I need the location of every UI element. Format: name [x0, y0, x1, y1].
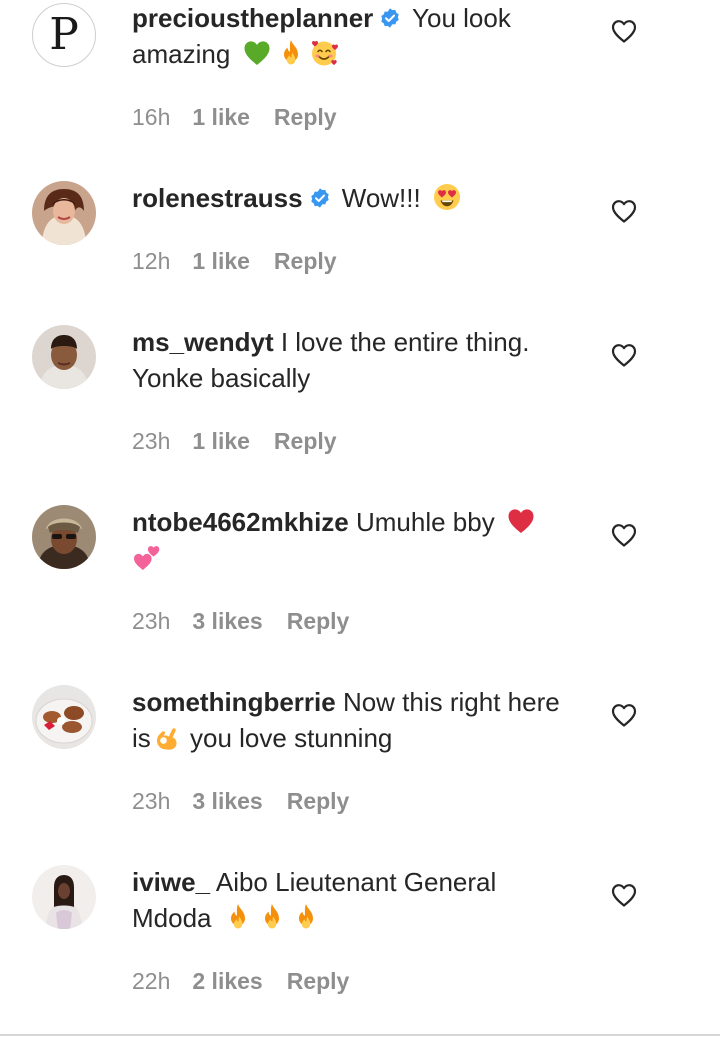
avatar-photo [32, 685, 96, 749]
comment-time: 16h [132, 104, 171, 130]
avatar[interactable] [32, 865, 96, 929]
comment-username[interactable]: ntobe4662mkhize [132, 507, 349, 537]
heart-icon[interactable] [610, 522, 638, 548]
avatar[interactable] [32, 181, 96, 245]
heart-eyes-icon [432, 182, 462, 212]
avatar-photo [32, 181, 96, 245]
comment-time: 23h [132, 428, 171, 454]
comment-meta: 22h 2 likes Reply [132, 966, 349, 996]
comment-body: somethingberrie Now this right here is y… [132, 684, 572, 756]
comment-body: ms_wendyt I love the entire thing. Yonke… [132, 324, 572, 396]
comment-meta: 23h 3 likes Reply [132, 786, 349, 816]
comment-body: ntobe4662mkhize Umuhle bby [132, 504, 572, 576]
comment-time: 22h [132, 968, 171, 994]
comment-likes[interactable]: 2 likes [192, 968, 262, 994]
bottom-divider [0, 1034, 720, 1036]
heart-icon[interactable] [610, 198, 638, 224]
comment-username[interactable]: iviwe_ [132, 867, 210, 897]
avatar-photo [32, 865, 96, 929]
comment-username[interactable]: ms_wendyt [132, 327, 274, 357]
comment-username[interactable]: somethingberrie [132, 687, 336, 717]
fire-icon [223, 902, 253, 932]
comment-likes[interactable]: 3 likes [192, 608, 262, 634]
comment-likes[interactable]: 3 likes [192, 788, 262, 814]
avatar-photo [32, 505, 96, 569]
comment-time: 12h [132, 248, 171, 274]
comment-username[interactable]: rolenestrauss [132, 183, 303, 213]
reply-button[interactable]: Reply [287, 968, 350, 994]
avatar[interactable] [32, 685, 96, 749]
comment-body: rolenestrauss Wow!!! [132, 180, 572, 216]
comment-time: 23h [132, 608, 171, 634]
comment-text: Wow!!! [334, 183, 421, 213]
comment-text: you love stunning [182, 723, 393, 753]
comment-likes[interactable]: 1 like [192, 248, 250, 274]
heart-icon[interactable] [610, 342, 638, 368]
fire-icon [276, 38, 306, 68]
reply-button[interactable]: Reply [287, 608, 350, 634]
red-heart-icon [506, 506, 536, 536]
comment-likes[interactable]: 1 like [192, 428, 250, 454]
comment-likes[interactable]: 1 like [192, 104, 250, 130]
avatar-photo [32, 325, 96, 389]
comment-meta: 12h 1 like Reply [132, 246, 337, 276]
ok-hand-icon [153, 722, 183, 752]
comment-meta: 16h 1 like Reply [132, 102, 337, 132]
comment-meta: 23h 1 like Reply [132, 426, 337, 456]
avatar[interactable]: P [32, 3, 96, 67]
fire-icon [257, 902, 287, 932]
reply-button[interactable]: Reply [274, 428, 337, 454]
comment-body: iviwe_ Aibo Lieutenant General Mdoda [132, 864, 572, 936]
comment-meta: 23h 3 likes Reply [132, 606, 349, 636]
reply-button[interactable]: Reply [287, 788, 350, 814]
green-heart-icon [242, 38, 272, 68]
verified-badge-icon [379, 7, 401, 29]
smiling-face-with-hearts-icon [310, 38, 340, 68]
reply-button[interactable]: Reply [274, 248, 337, 274]
reply-button[interactable]: Reply [274, 104, 337, 130]
fire-icon [291, 902, 321, 932]
heart-icon[interactable] [610, 18, 638, 44]
avatar[interactable] [32, 325, 96, 389]
avatar[interactable] [32, 505, 96, 569]
comment-body: precioustheplanner You look amazing [132, 0, 572, 72]
heart-icon[interactable] [610, 702, 638, 728]
avatar-letter: P [49, 9, 79, 60]
verified-badge-icon [309, 187, 331, 209]
comment-text: Umuhle bby [348, 507, 495, 537]
comment-time: 23h [132, 788, 171, 814]
comment-username[interactable]: precioustheplanner [132, 3, 373, 33]
two-hearts-icon [132, 542, 162, 572]
heart-icon[interactable] [610, 882, 638, 908]
